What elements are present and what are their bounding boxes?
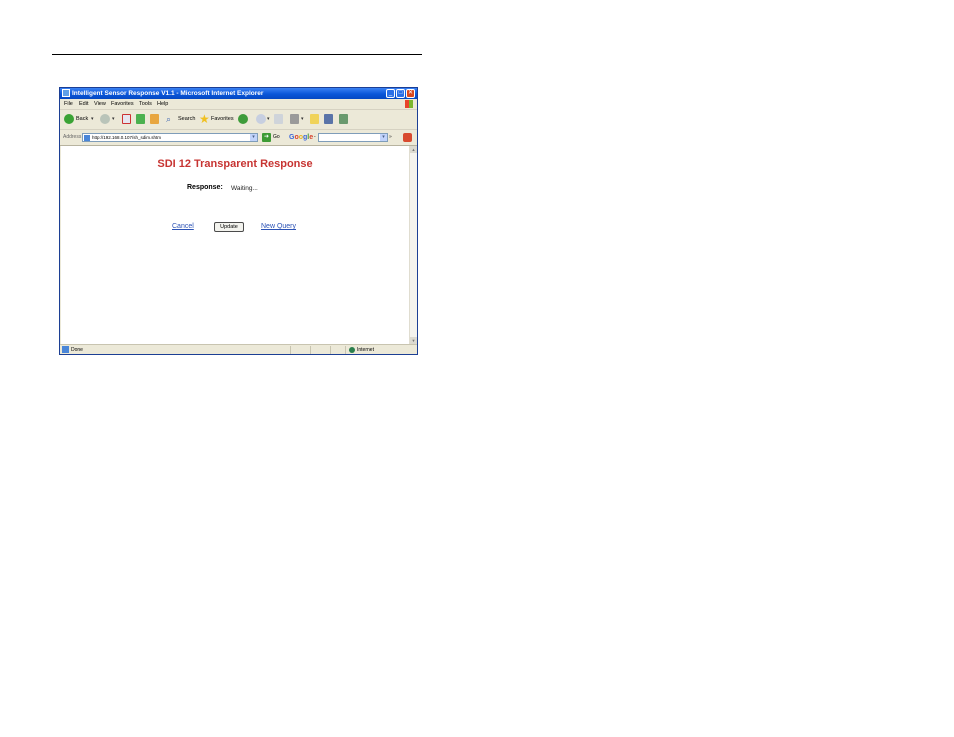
menu-view[interactable]: View — [94, 99, 106, 109]
edit-dropdown-icon[interactable]: ▾ — [301, 110, 304, 129]
windows-logo-icon — [405, 100, 413, 108]
response-label: Response: — [187, 184, 223, 191]
cancel-link[interactable]: Cancel — [172, 223, 194, 230]
google-logo: Google — [289, 134, 314, 141]
address-url: http://192.168.0.107/sh_sdim.shtm — [92, 135, 162, 140]
favorites-star-icon[interactable]: ★ — [199, 112, 210, 126]
go-arrow-icon[interactable]: ➜ — [262, 133, 271, 142]
menu-edit[interactable]: Edit — [79, 99, 88, 109]
page-content: SDI 12 Transparent Response Response: Wa… — [61, 146, 409, 344]
status-divider — [330, 346, 331, 354]
standard-toolbar: Back ▾ ▾ ⌕ Search ★ Favorites ▾ ▾ — [60, 110, 417, 130]
google-dropdown-icon[interactable]: ▾ — [380, 134, 387, 141]
back-label[interactable]: Back — [76, 110, 88, 129]
address-bar: Address http://192.168.0.107/sh_sdim.sht… — [60, 130, 417, 146]
menu-favorites[interactable]: Favorites — [111, 99, 134, 109]
maximize-button[interactable]: □ — [396, 89, 405, 98]
ie-page-icon — [62, 89, 70, 97]
refresh-icon[interactable] — [136, 114, 145, 124]
google-search-input[interactable]: ▾ — [318, 133, 388, 142]
status-divider — [310, 346, 311, 354]
address-label: Address — [63, 134, 82, 140]
status-text: Done — [71, 347, 83, 353]
update-button[interactable]: Update — [214, 222, 244, 232]
go-label[interactable]: Go — [273, 130, 280, 145]
search-label[interactable]: Search — [178, 110, 195, 129]
print-icon[interactable] — [274, 114, 283, 124]
google-menu-dropdown[interactable]: - — [314, 130, 316, 145]
forward-dropdown-icon[interactable]: ▾ — [112, 110, 115, 129]
address-input[interactable]: http://192.168.0.107/sh_sdim.shtm ▾ — [82, 133, 258, 142]
favorites-label[interactable]: Favorites — [211, 110, 234, 129]
status-bar: Done Internet — [60, 344, 417, 354]
back-dropdown-icon[interactable]: ▾ — [91, 110, 94, 129]
media-icon[interactable] — [238, 114, 248, 124]
title-bar[interactable]: Intelligent Sensor Response V1.1 - Micro… — [60, 88, 417, 99]
history-dropdown-icon[interactable]: ▾ — [267, 110, 270, 129]
status-divider — [345, 346, 346, 354]
stop-icon[interactable] — [122, 114, 131, 124]
new-query-link[interactable]: New Query — [261, 223, 296, 230]
scroll-up-icon[interactable]: ▲ — [410, 146, 417, 153]
home-icon[interactable] — [150, 114, 159, 124]
status-page-icon — [62, 346, 69, 353]
messenger-icon[interactable] — [339, 114, 348, 124]
minimize-button[interactable]: _ — [386, 89, 395, 98]
google-more-icon[interactable]: » — [389, 130, 392, 145]
menu-file[interactable]: File — [64, 99, 73, 109]
security-zone: Internet — [357, 347, 374, 353]
response-value: Waiting... — [231, 185, 258, 192]
history-icon[interactable] — [256, 114, 266, 124]
edit-icon[interactable] — [290, 114, 299, 124]
research-icon[interactable] — [324, 114, 333, 124]
status-divider — [290, 346, 291, 354]
window-title: Intelligent Sensor Response V1.1 - Micro… — [72, 90, 264, 97]
search-icon[interactable]: ⌕ — [166, 110, 171, 129]
back-icon[interactable] — [64, 114, 74, 124]
menu-help[interactable]: Help — [157, 99, 168, 109]
page-title: SDI 12 Transparent Response — [157, 158, 313, 170]
top-rule — [52, 54, 422, 55]
toolbar-options-icon[interactable] — [403, 133, 412, 142]
menu-bar: File Edit View Favorites Tools Help — [60, 99, 417, 110]
address-dropdown-icon[interactable]: ▾ — [250, 134, 257, 141]
page-icon — [84, 135, 90, 141]
menu-tools[interactable]: Tools — [139, 99, 152, 109]
browser-window: Intelligent Sensor Response V1.1 - Micro… — [59, 87, 418, 355]
internet-globe-icon — [349, 347, 355, 353]
vertical-scrollbar[interactable]: ▲ ▼ — [409, 146, 417, 344]
scroll-down-icon[interactable]: ▼ — [410, 337, 417, 344]
forward-icon[interactable] — [100, 114, 110, 124]
close-button[interactable]: ✕ — [406, 89, 415, 98]
folder-icon[interactable] — [310, 114, 319, 124]
